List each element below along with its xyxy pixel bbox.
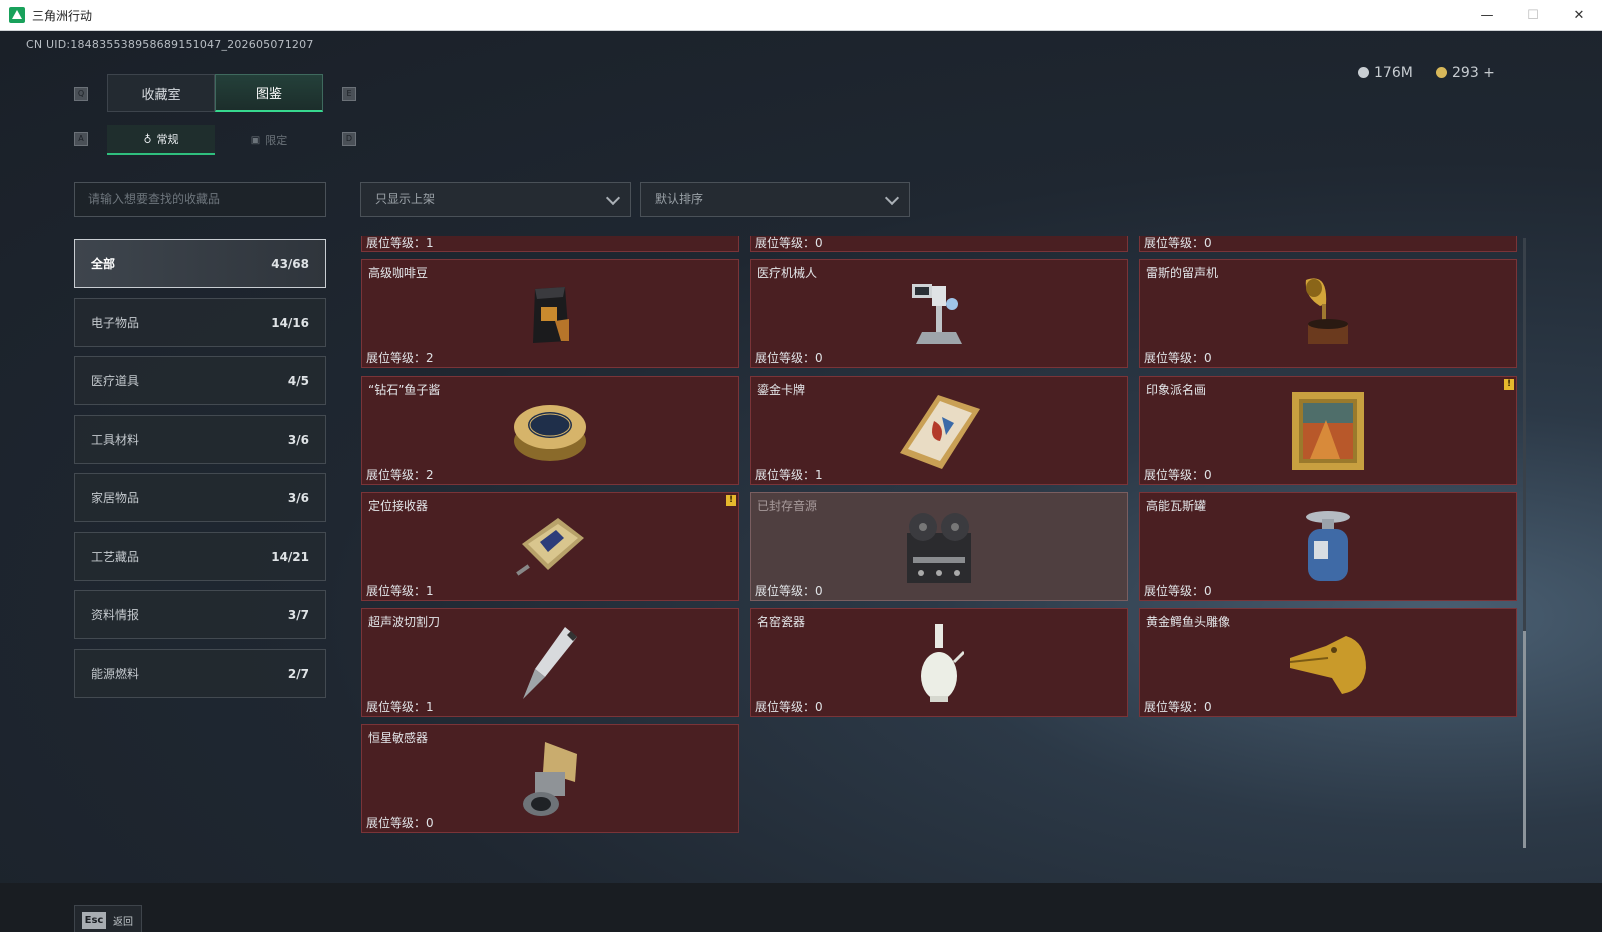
item-card-gramophone[interactable]: 雷斯的留声机 展位等级：0 <box>1139 259 1517 368</box>
gold-crocodile-icon <box>1289 635 1366 694</box>
subtab-limited[interactable]: ▣ 限定 <box>215 125 323 155</box>
item-card-impressionist-painting[interactable]: 印象派名画 ! 展位等级：0 <box>1139 376 1517 485</box>
chevron-down-icon <box>605 190 621 206</box>
tab-codex[interactable]: 图鉴 <box>215 74 323 112</box>
collectible-grid: 展位等级：1 展位等级：0 展位等级：0 高级咖啡豆 展位等级：2 医疗机械人 … <box>361 236 1531 882</box>
sort-dropdown[interactable]: 默认排序 <box>640 182 910 217</box>
chevron-down-icon <box>884 190 900 206</box>
porcelain-vase-icon <box>921 623 964 702</box>
key-hint-e: E <box>342 87 356 101</box>
tape-recorder-icon <box>907 512 971 583</box>
grid-partial-card[interactable]: 展位等级：0 <box>1139 236 1517 252</box>
item-card-gas-canister[interactable]: 高能瓦斯罐 展位等级：0 <box>1139 492 1517 601</box>
currency-silver: 176M <box>1358 65 1413 81</box>
item-card-gold-crocodile[interactable]: 黄金鳄鱼头雕像 展位等级：0 <box>1139 608 1517 717</box>
game-viewport: CN UID:18483553895868915104​7_2026050712… <box>0 31 1602 932</box>
item-card-ultrasonic-cutter[interactable]: 超声波切割刀 展位等级：1 <box>361 608 739 717</box>
item-card-positioning-receiver[interactable]: 定位接收器 ! 展位等级：1 <box>361 492 739 601</box>
esc-key-hint: Esc <box>82 912 106 929</box>
grid-partial-card[interactable]: 展位等级：0 <box>750 236 1128 252</box>
star-sensor-icon <box>523 741 577 816</box>
close-button[interactable]: ✕ <box>1556 0 1602 31</box>
picture-icon: ▣ <box>250 134 261 146</box>
category-crafts[interactable]: 工艺藏品 14/21 <box>74 532 326 581</box>
minimize-button[interactable]: — <box>1464 0 1510 31</box>
window-title-bar: 三角洲行动 — ☐ ✕ <box>0 0 1602 31</box>
gas-canister-icon <box>1306 510 1350 581</box>
tab-collection-room[interactable]: 收藏室 <box>107 74 215 112</box>
silver-coin-icon <box>1358 67 1369 78</box>
category-energy[interactable]: 能源燃料 2/7 <box>74 649 326 698</box>
coffee-bag-icon <box>533 286 569 343</box>
currency-gold[interactable]: 293 + <box>1436 65 1495 81</box>
item-card-medical-robot[interactable]: 医疗机械人 展位等级：0 <box>750 259 1128 368</box>
shelf-filter-dropdown[interactable]: 只显示上架 <box>360 182 631 217</box>
gramophone-icon <box>1305 277 1348 344</box>
medical-robot-icon <box>912 283 962 344</box>
back-label: 返回 <box>113 917 133 928</box>
category-tools[interactable]: 工具材料 3/6 <box>74 415 326 464</box>
app-logo-icon <box>9 7 25 23</box>
category-household[interactable]: 家居物品 3/6 <box>74 473 326 522</box>
key-hint-d: D <box>342 132 356 146</box>
painting-icon <box>1292 391 1364 470</box>
subtab-regular[interactable]: ♁ 常规 <box>107 125 215 155</box>
item-card-porcelain[interactable]: 名窑瓷器 展位等级：0 <box>750 608 1128 717</box>
category-intel[interactable]: 资料情报 3/7 <box>74 590 326 639</box>
item-card-star-sensor[interactable]: 恒星敏感器 展位等级：0 <box>361 724 739 833</box>
gold-coin-icon <box>1436 67 1447 78</box>
receiver-icon <box>516 517 584 576</box>
ultrasonic-cutter-icon <box>523 626 577 699</box>
player-uid: CN UID:18483553895868915104​7_2026050712… <box>26 38 314 51</box>
category-medical[interactable]: 医疗道具 4/5 <box>74 356 326 405</box>
maximize-button[interactable]: ☐ <box>1510 0 1556 31</box>
category-all[interactable]: 全部 43/68 <box>74 239 326 288</box>
caviar-tin-icon <box>514 404 586 461</box>
bottom-bar <box>0 883 1602 932</box>
warning-badge: ! <box>1504 379 1514 390</box>
category-electronics[interactable]: 电子物品 14/16 <box>74 298 326 347</box>
item-card-sealed-audio[interactable]: 已封存音源 展位等级：0 <box>750 492 1128 601</box>
item-card-coffee-beans[interactable]: 高级咖啡豆 展位等级：2 <box>361 259 739 368</box>
key-hint-q: Q <box>74 87 88 101</box>
gilded-card-icon <box>900 394 980 469</box>
window-title: 三角洲行动 <box>32 9 93 23</box>
warning-badge: ! <box>726 495 736 506</box>
item-card-gilded-card[interactable]: 鎏金卡牌 展位等级：1 <box>750 376 1128 485</box>
bottle-icon: ♁ <box>143 132 152 146</box>
search-input[interactable]: 请输入想要查找的收藏品 <box>74 182 326 217</box>
back-button[interactable]: Esc 返回 <box>74 905 142 932</box>
key-hint-a: A <box>74 132 88 146</box>
grid-scrollbar-thumb[interactable] <box>1523 631 1526 848</box>
item-card-caviar[interactable]: “钻石”鱼子酱 展位等级：2 <box>361 376 739 485</box>
grid-partial-card[interactable]: 展位等级：1 <box>361 236 739 252</box>
